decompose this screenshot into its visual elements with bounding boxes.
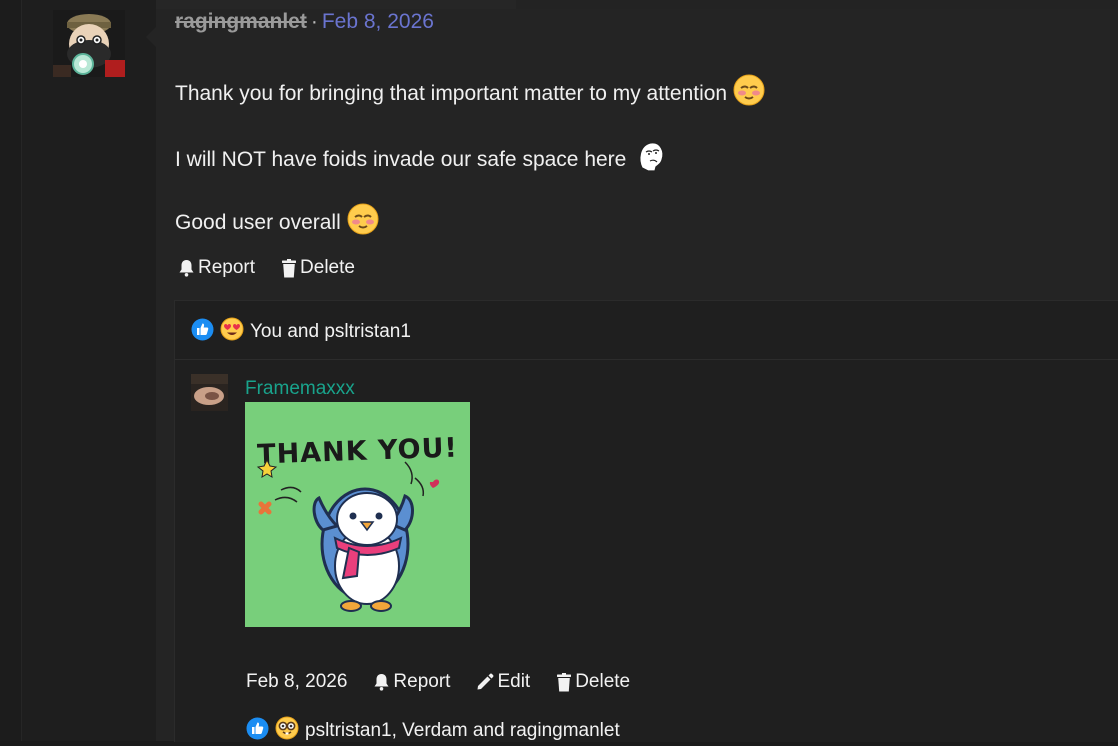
post-line: Good user overall — [175, 203, 379, 242]
post-line: I will NOT have foids invade our safe sp… — [175, 140, 666, 179]
bell-icon — [179, 260, 194, 277]
heart-eyes-icon — [220, 317, 244, 347]
post-date-link[interactable]: Feb 8, 2026 — [322, 10, 434, 33]
reply-actions: Feb 8, 2026 Report Edit Delete — [246, 671, 656, 693]
wojak-face-icon — [636, 140, 666, 179]
reactions-text: You and psltristan1 — [250, 321, 411, 342]
reply-avatar[interactable] — [191, 374, 228, 411]
reply-report-label: Report — [393, 671, 451, 692]
reply-divider — [175, 359, 1118, 360]
delete-label: Delete — [300, 257, 355, 278]
blushing-face-icon — [733, 74, 765, 113]
top-strip — [0, 0, 1118, 9]
reply-report-button[interactable]: Report — [373, 671, 450, 693]
left-gutter — [0, 0, 22, 741]
thumbs-up-icon — [191, 318, 214, 347]
reactions-summary[interactable]: You and psltristan1 — [191, 317, 411, 347]
trash-icon — [282, 258, 297, 277]
post-actions: Report Delete — [178, 257, 381, 279]
post-username[interactable]: ragingmanlet — [175, 10, 307, 33]
bell-icon — [374, 674, 389, 691]
trash-icon — [557, 672, 572, 691]
thumbs-up-icon — [246, 717, 269, 746]
post-line-text: I will NOT have foids invade our safe sp… — [175, 147, 627, 171]
report-button[interactable]: Report — [178, 257, 255, 279]
reply-reactions-summary[interactable]: psltristan1, Verdam and ragingmanlet — [246, 716, 620, 746]
report-label: Report — [198, 257, 256, 278]
reply-username[interactable]: Framemaxxx — [245, 377, 355, 401]
user-column — [22, 0, 156, 741]
reply-edit-button[interactable]: Edit — [476, 671, 530, 693]
blushing-face-icon — [347, 203, 379, 242]
post-line-text: Good user overall — [175, 210, 341, 234]
avatar[interactable] — [53, 10, 125, 77]
post-line-text: Thank you for bringing that important ma… — [175, 81, 728, 105]
pencil-icon — [477, 673, 494, 690]
post-line: Thank you for bringing that important ma… — [175, 74, 765, 113]
header-separator: · — [310, 10, 318, 33]
reply-edit-label: Edit — [497, 671, 531, 692]
post-pointer — [146, 26, 157, 48]
reply-date-link[interactable]: Feb 8, 2026 — [246, 671, 347, 693]
reply-reactions-text: psltristan1, Verdam and ragingmanlet — [305, 720, 620, 741]
post-header: ragingmanlet · Feb 8, 2026 — [175, 9, 434, 35]
thank-you-gif[interactable]: THANK YOU! — [245, 402, 470, 627]
reply-delete-label: Delete — [575, 671, 631, 692]
reply-delete-button[interactable]: Delete — [556, 671, 630, 693]
delete-button[interactable]: Delete — [281, 257, 355, 279]
nerd-face-icon — [275, 716, 299, 746]
